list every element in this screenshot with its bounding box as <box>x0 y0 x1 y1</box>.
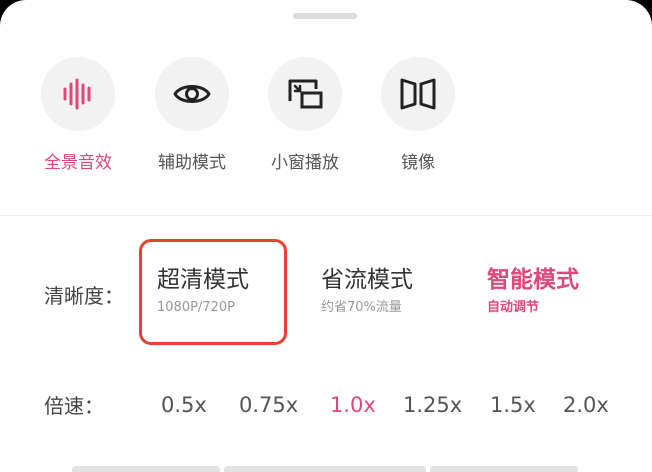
bottom-button[interactable] <box>224 466 426 472</box>
mirror-icon <box>400 78 436 110</box>
picture-in-picture-icon <box>288 79 323 109</box>
drag-handle[interactable] <box>293 13 357 19</box>
bottom-button[interactable] <box>430 466 578 472</box>
speed-option-0-75x[interactable]: 0.75x <box>239 392 298 418</box>
action-circle[interactable] <box>381 57 455 131</box>
action-circle[interactable] <box>155 57 229 131</box>
speed-option-0-5x[interactable]: 0.5x <box>161 392 207 418</box>
action-assist-mode[interactable]: 辅助模式 <box>137 57 247 173</box>
action-circle[interactable] <box>268 57 342 131</box>
action-label: 辅助模式 <box>158 153 226 173</box>
speed-option-1-0x[interactable]: 1.0x <box>330 392 376 418</box>
quality-option-smart[interactable]: 智能模式 自动调节 <box>487 266 579 316</box>
speed-option-1-5x[interactable]: 1.5x <box>490 392 536 418</box>
quality-option-title: 省流模式 <box>321 267 413 293</box>
playback-settings-sheet: 全景音效 辅助模式 小窗播放 镜像 清晰度： 超清模式 1080P/720P 省… <box>0 0 652 472</box>
action-circle[interactable] <box>41 57 115 131</box>
audio-wave-icon <box>63 78 91 110</box>
quality-option-subtitle: 自动调节 <box>487 300 540 315</box>
quality-option-subtitle: 约省70%流量 <box>321 300 402 315</box>
highlight-box <box>139 239 287 345</box>
action-panoramic-sound[interactable]: 全景音效 <box>23 57 133 173</box>
eye-icon <box>173 85 211 103</box>
quick-actions-row: 全景音效 辅助模式 小窗播放 镜像 <box>0 57 652 177</box>
speed-option-2-0x[interactable]: 2.0x <box>563 392 609 418</box>
speed-label: 倍速： <box>44 394 104 418</box>
action-mini-window[interactable]: 小窗播放 <box>250 57 360 173</box>
action-label: 小窗播放 <box>271 153 339 173</box>
action-label: 全景音效 <box>44 153 112 173</box>
action-mirror[interactable]: 镜像 <box>363 57 473 173</box>
speed-option-1-25x[interactable]: 1.25x <box>403 392 462 418</box>
quality-option-title: 智能模式 <box>487 267 579 293</box>
section-divider <box>0 215 652 216</box>
action-label: 镜像 <box>401 153 435 173</box>
quality-label: 清晰度： <box>44 284 124 308</box>
bottom-button[interactable] <box>72 466 220 472</box>
quality-option-data-saver[interactable]: 省流模式 约省70%流量 <box>321 266 413 316</box>
